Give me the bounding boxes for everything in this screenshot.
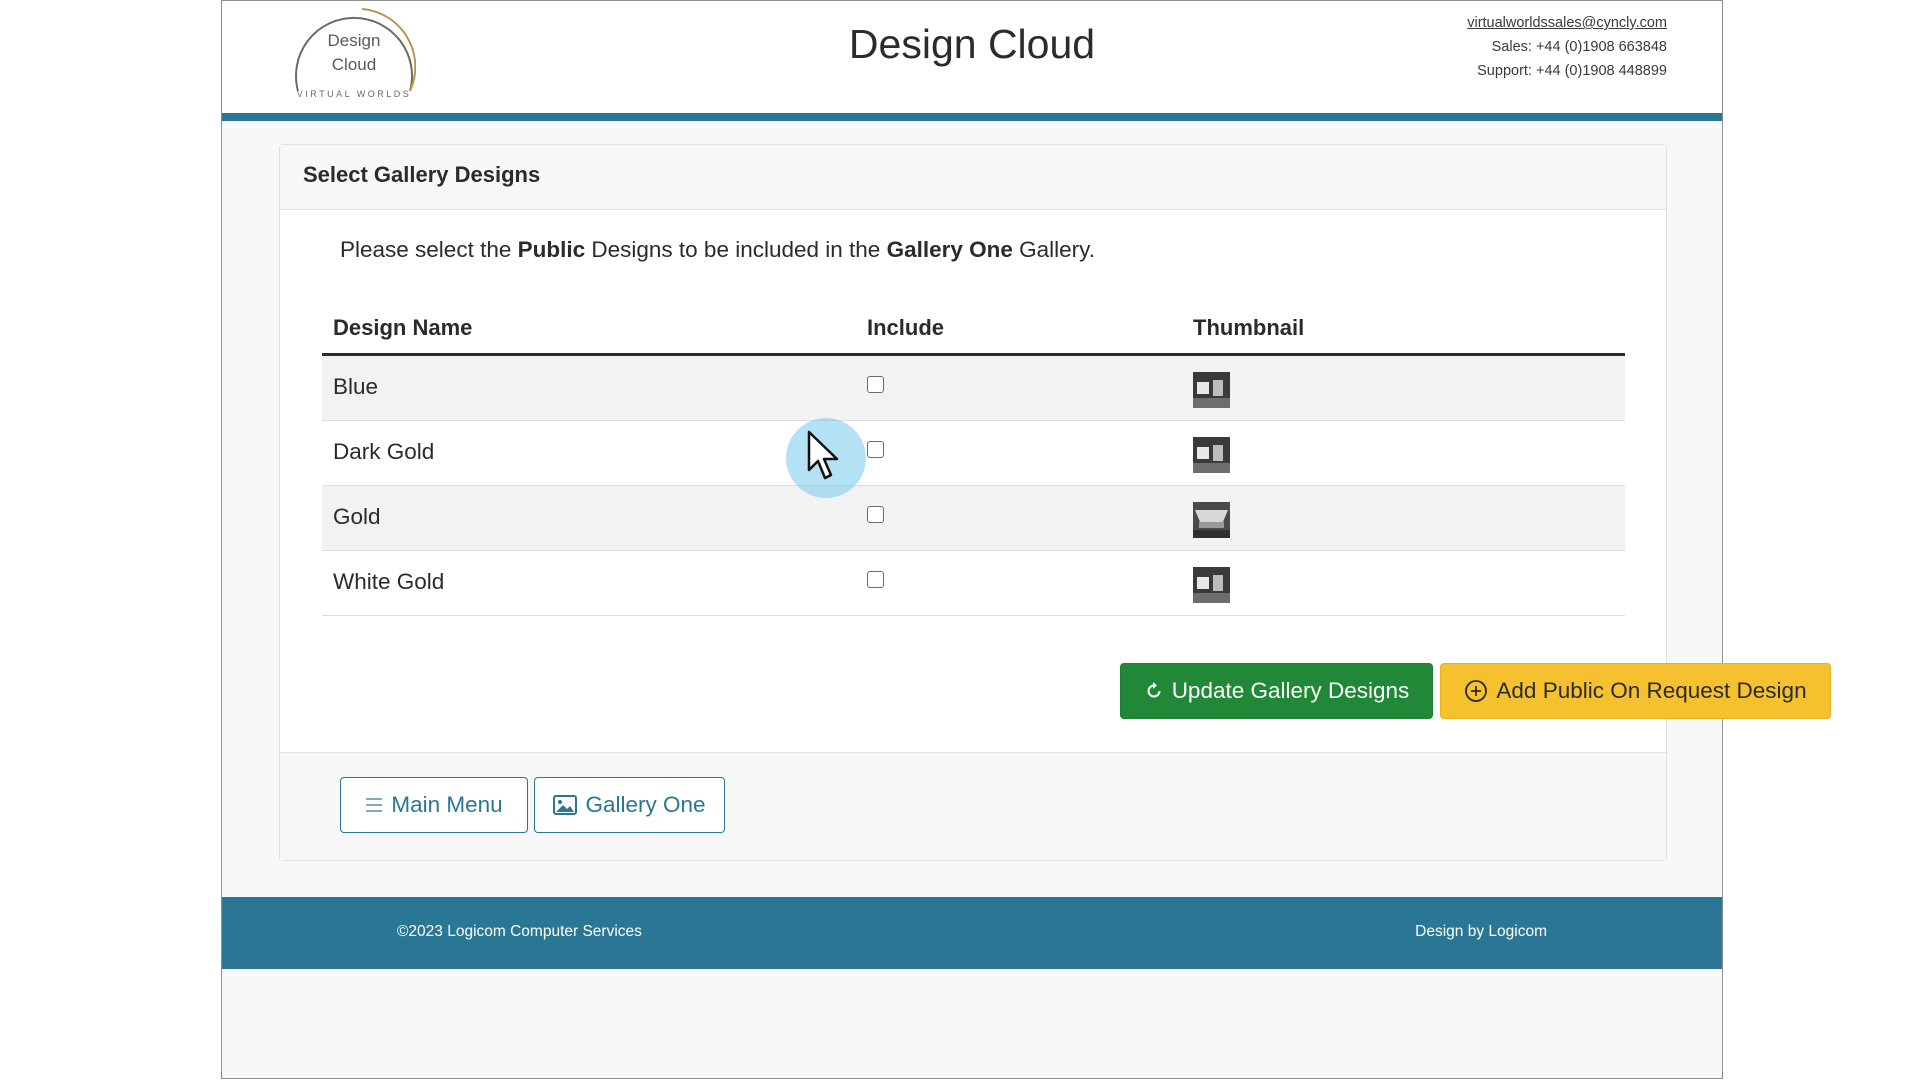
include-checkbox[interactable] — [867, 441, 884, 458]
support-phone: Support: +44 (0)1908 448899 — [1477, 63, 1667, 79]
include-checkbox[interactable] — [867, 376, 884, 393]
logo-tagline: VIRTUAL WORLDS — [296, 89, 412, 99]
column-header-thumbnail: Thumbnail — [1193, 315, 1305, 340]
table-row: White Gold — [322, 551, 1625, 616]
intro-text: Please select the Public Designs to be i… — [340, 237, 1095, 263]
card-footer: Main Menu Gallery One — [280, 752, 1666, 860]
page: Design Cloud VIRTUAL WORLDS Design Cloud… — [221, 0, 1831, 1079]
refresh-icon — [1144, 681, 1164, 701]
main-menu-button[interactable]: Main Menu — [340, 777, 528, 833]
design-name: White Gold — [333, 569, 445, 594]
table-row: Blue — [322, 356, 1625, 421]
header-accent-bar — [222, 113, 1722, 121]
gallery-one-button[interactable]: Gallery One — [534, 777, 725, 833]
gallery-one-label: Gallery One — [585, 792, 706, 817]
design-name: Blue — [333, 374, 379, 399]
design-name: Dark Gold — [333, 439, 435, 464]
main-menu-label: Main Menu — [391, 792, 503, 817]
site-header: Design Cloud VIRTUAL WORLDS Design Cloud… — [222, 1, 1722, 113]
update-gallery-designs-label: Update Gallery Designs — [1171, 678, 1410, 703]
mouse-cursor-icon — [807, 430, 843, 487]
design-thumbnail[interactable] — [1193, 372, 1230, 408]
design-thumbnail[interactable] — [1193, 502, 1230, 538]
design-cloud-logo[interactable]: Design Cloud VIRTUAL WORLDS — [292, 5, 416, 101]
gallery-designs-card: Select Gallery Designs Please select the… — [279, 144, 1831, 861]
site-title: Design Cloud — [848, 21, 1096, 67]
intro-part2: Designs to be included in the — [585, 237, 887, 262]
contact-info: virtualworldssales@cyncly.com Sales: +44… — [1467, 11, 1667, 83]
card-header: Select Gallery Designs — [280, 145, 1666, 210]
include-checkbox[interactable] — [867, 506, 884, 523]
design-credit[interactable]: Design by Logicom — [1415, 923, 1547, 941]
table-row: Gold — [322, 486, 1625, 551]
intro-part3: Gallery. — [1012, 237, 1095, 262]
add-public-on-request-design-button[interactable]: Add Public On Request Design — [1440, 663, 1831, 719]
logo-text-cloud: Cloud — [331, 55, 377, 74]
designs-table: Design Name Include Thumbnail Blue Dark … — [322, 301, 1625, 616]
menu-icon — [365, 797, 383, 813]
column-header-design-name: Design Name — [333, 315, 473, 340]
logo-text-design: Design — [327, 31, 381, 50]
add-public-on-request-design-label: Add Public On Request Design — [1496, 678, 1807, 703]
intro-bold-gallery: Gallery One — [886, 237, 1013, 262]
design-thumbnail[interactable] — [1193, 567, 1230, 603]
logo-arc — [295, 8, 416, 92]
intro-part1: Please select the — [340, 237, 518, 262]
plus-circle-icon — [1464, 679, 1488, 703]
image-icon — [553, 795, 578, 815]
sales-email-link[interactable]: virtualworldssales@cyncly.com — [1467, 15, 1667, 31]
table-header-row: Design Name Include Thumbnail — [322, 301, 1625, 356]
design-thumbnail[interactable] — [1193, 437, 1230, 473]
sales-phone: Sales: +44 (0)1908 663848 — [1491, 39, 1667, 55]
update-gallery-designs-button[interactable]: Update Gallery Designs — [1120, 663, 1433, 719]
card-title: Select Gallery Designs — [303, 162, 541, 187]
include-checkbox[interactable] — [867, 571, 884, 588]
site-footer: ©2023 Logicom Computer Services Design b… — [222, 897, 1722, 969]
design-name: Gold — [333, 504, 381, 529]
table-row: Dark Gold — [322, 421, 1625, 486]
screen: Design Cloud VIRTUAL WORLDS Design Cloud… — [0, 0, 1920, 1080]
copyright-text: ©2023 Logicom Computer Services — [397, 923, 642, 940]
column-header-include: Include — [867, 315, 945, 340]
intro-bold-public: Public — [517, 237, 586, 262]
